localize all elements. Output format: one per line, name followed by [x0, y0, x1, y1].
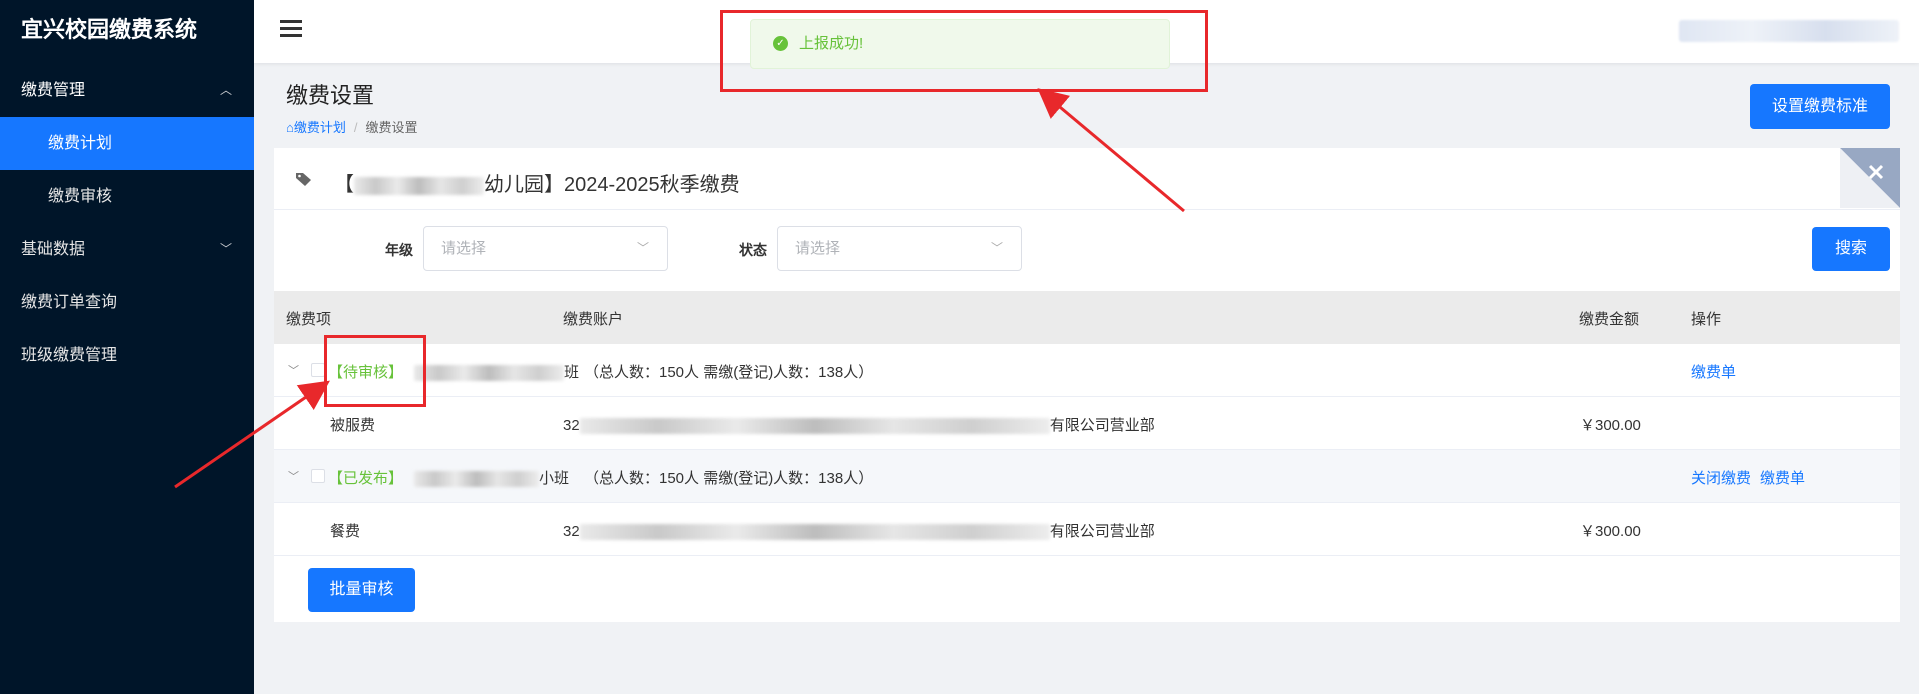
sidebar-item-basic-data[interactable]: 基础数据 ﹀ [0, 223, 254, 276]
grade-select[interactable]: 请选择 ﹀ [423, 226, 668, 271]
sidebar-item-fee-management[interactable]: 缴费管理 ︿ [0, 64, 254, 117]
breadcrumb-link-fee-plan[interactable]: 缴费计划 [294, 120, 346, 135]
breadcrumb: ⌂缴费计划 / 缴费设置 [286, 120, 418, 135]
breadcrumb-current: 缴费设置 [365, 120, 418, 135]
set-standard-button[interactable]: 设置缴费标准 [1750, 84, 1890, 129]
redacted-school-name [354, 176, 484, 195]
chevron-down-icon: ﹀ [636, 241, 649, 255]
row-checkbox[interactable] [311, 469, 325, 483]
batch-review-button[interactable]: 批量审核 [308, 568, 415, 612]
status-select[interactable]: 请选择 ﹀ [777, 226, 1022, 271]
class-suffix: 小班 [539, 470, 570, 487]
account-suffix: 有限公司营业部 [1049, 417, 1155, 434]
redacted-account [579, 524, 1050, 541]
account-prefix: 32 [563, 417, 580, 434]
sidebar-item-label: 缴费计划 [48, 135, 113, 152]
annotation-box-status [324, 335, 426, 407]
sidebar-item-fee-review[interactable]: 缴费审核 [0, 170, 254, 223]
chevron-down-icon: ﹀ [990, 241, 1003, 255]
class-name: 小班 [414, 467, 569, 488]
sidebar-item-label: 缴费管理 [21, 82, 86, 99]
fee-item-name: 被服费 [330, 417, 376, 434]
row-checkbox[interactable] [311, 363, 325, 377]
grade-placeholder: 请选择 [441, 240, 487, 257]
fee-card: 【幼儿园】2024-2025秋季缴费 年级 请选择 ﹀ 状态 请选择 ﹀ 搜索 … [274, 148, 1900, 622]
fee-list-link[interactable]: 缴费单 [1760, 467, 1805, 488]
close-payment-link[interactable]: 关闭缴费 [1691, 467, 1751, 488]
search-button[interactable]: 搜索 [1812, 227, 1890, 271]
status-placeholder: 请选择 [795, 240, 841, 257]
sidebar-item-fee-plan[interactable]: 缴费计划 [0, 117, 254, 170]
status-badge: 【已发布】 [328, 470, 404, 487]
table-row: ﹀ 【待审核】 班 （总人数：150人 需缴(登记)人数：138人） 缴费单 [274, 344, 1900, 397]
class-suffix: 班 [564, 364, 580, 381]
card-header: 【 幼儿园】2024-2025秋季缴费 [274, 148, 1900, 210]
fee-amount: ￥300.00 [1580, 523, 1641, 540]
fee-account: 32 有限公司营业部 [563, 520, 1155, 541]
sidebar-item-order-query[interactable]: 缴费订单查询 [0, 276, 254, 329]
fee-account: 32 有限公司营业部 [563, 414, 1155, 435]
table-row: 餐费 32 有限公司营业部 ￥300.00 [274, 503, 1900, 556]
card-title-suffix: 幼儿园】2024-2025秋季缴费 [484, 174, 740, 196]
group-summary: （总人数：150人 需缴(登记)人数：138人） [584, 364, 874, 381]
sidebar-item-label: 班级缴费管理 [21, 347, 118, 364]
sidebar: 宜兴校园缴费系统 缴费管理 ︿ 缴费计划 缴费审核 基础数据 ﹀ 缴费订单查询 … [0, 0, 254, 694]
grade-label: 年级 [385, 242, 413, 258]
group-summary: （总人数：150人 需缴(登记)人数：138人） [584, 470, 874, 487]
col-amount: 缴费金额 [1579, 311, 1640, 328]
fee-item-name: 餐费 [330, 523, 361, 540]
table-header: 缴费项 缴费账户 缴费金额 操作 [274, 291, 1900, 344]
sidebar-item-label: 缴费订单查询 [21, 294, 118, 311]
sidebar-item-class-fee[interactable]: 班级缴费管理 [0, 329, 254, 382]
tag-icon [296, 173, 311, 186]
col-account: 缴费账户 [563, 311, 624, 328]
annotation-box-toast [720, 10, 1208, 92]
fee-list-link[interactable]: 缴费单 [1691, 361, 1736, 382]
redacted-class [414, 471, 539, 488]
chevron-up-icon: ︿ [219, 83, 232, 97]
sidebar-item-label: 基础数据 [21, 241, 86, 258]
status-label: 状态 [739, 242, 767, 258]
app-title: 宜兴校园缴费系统 [21, 17, 198, 42]
chevron-down-icon[interactable]: ﹀ [288, 468, 299, 484]
sidebar-item-label: 缴费审核 [48, 188, 113, 205]
filter-row: 年级 请选择 ﹀ 状态 请选择 ﹀ 搜索 [274, 210, 1900, 291]
col-fee-item: 缴费项 [286, 311, 332, 328]
page-title: 缴费设置 [286, 83, 375, 108]
account-prefix: 32 [563, 523, 580, 540]
fee-amount: ￥300.00 [1580, 417, 1641, 434]
card-title-prefix: 【 [334, 174, 354, 196]
chevron-down-icon: ﹀ [219, 242, 232, 256]
menu-collapse-icon[interactable] [280, 20, 302, 40]
redacted-account [579, 418, 1050, 435]
redacted-class [414, 365, 564, 382]
table-row: ﹀ 【已发布】 小班 （总人数：150人 需缴(登记)人数：138人） 关闭缴费… [274, 450, 1900, 503]
col-actions: 操作 [1691, 311, 1722, 328]
user-menu[interactable] [1679, 20, 1899, 42]
home-icon: ⌂ [286, 120, 294, 135]
class-name: 班 [414, 361, 579, 382]
card-title: 【 幼儿园】2024-2025秋季缴费 [334, 168, 740, 197]
table-row: 被服费 32 有限公司营业部 ￥300.00 [274, 397, 1900, 450]
chevron-down-icon[interactable]: ﹀ [288, 362, 299, 378]
account-suffix: 有限公司营业部 [1049, 523, 1155, 540]
close-icon[interactable] [1840, 148, 1900, 208]
